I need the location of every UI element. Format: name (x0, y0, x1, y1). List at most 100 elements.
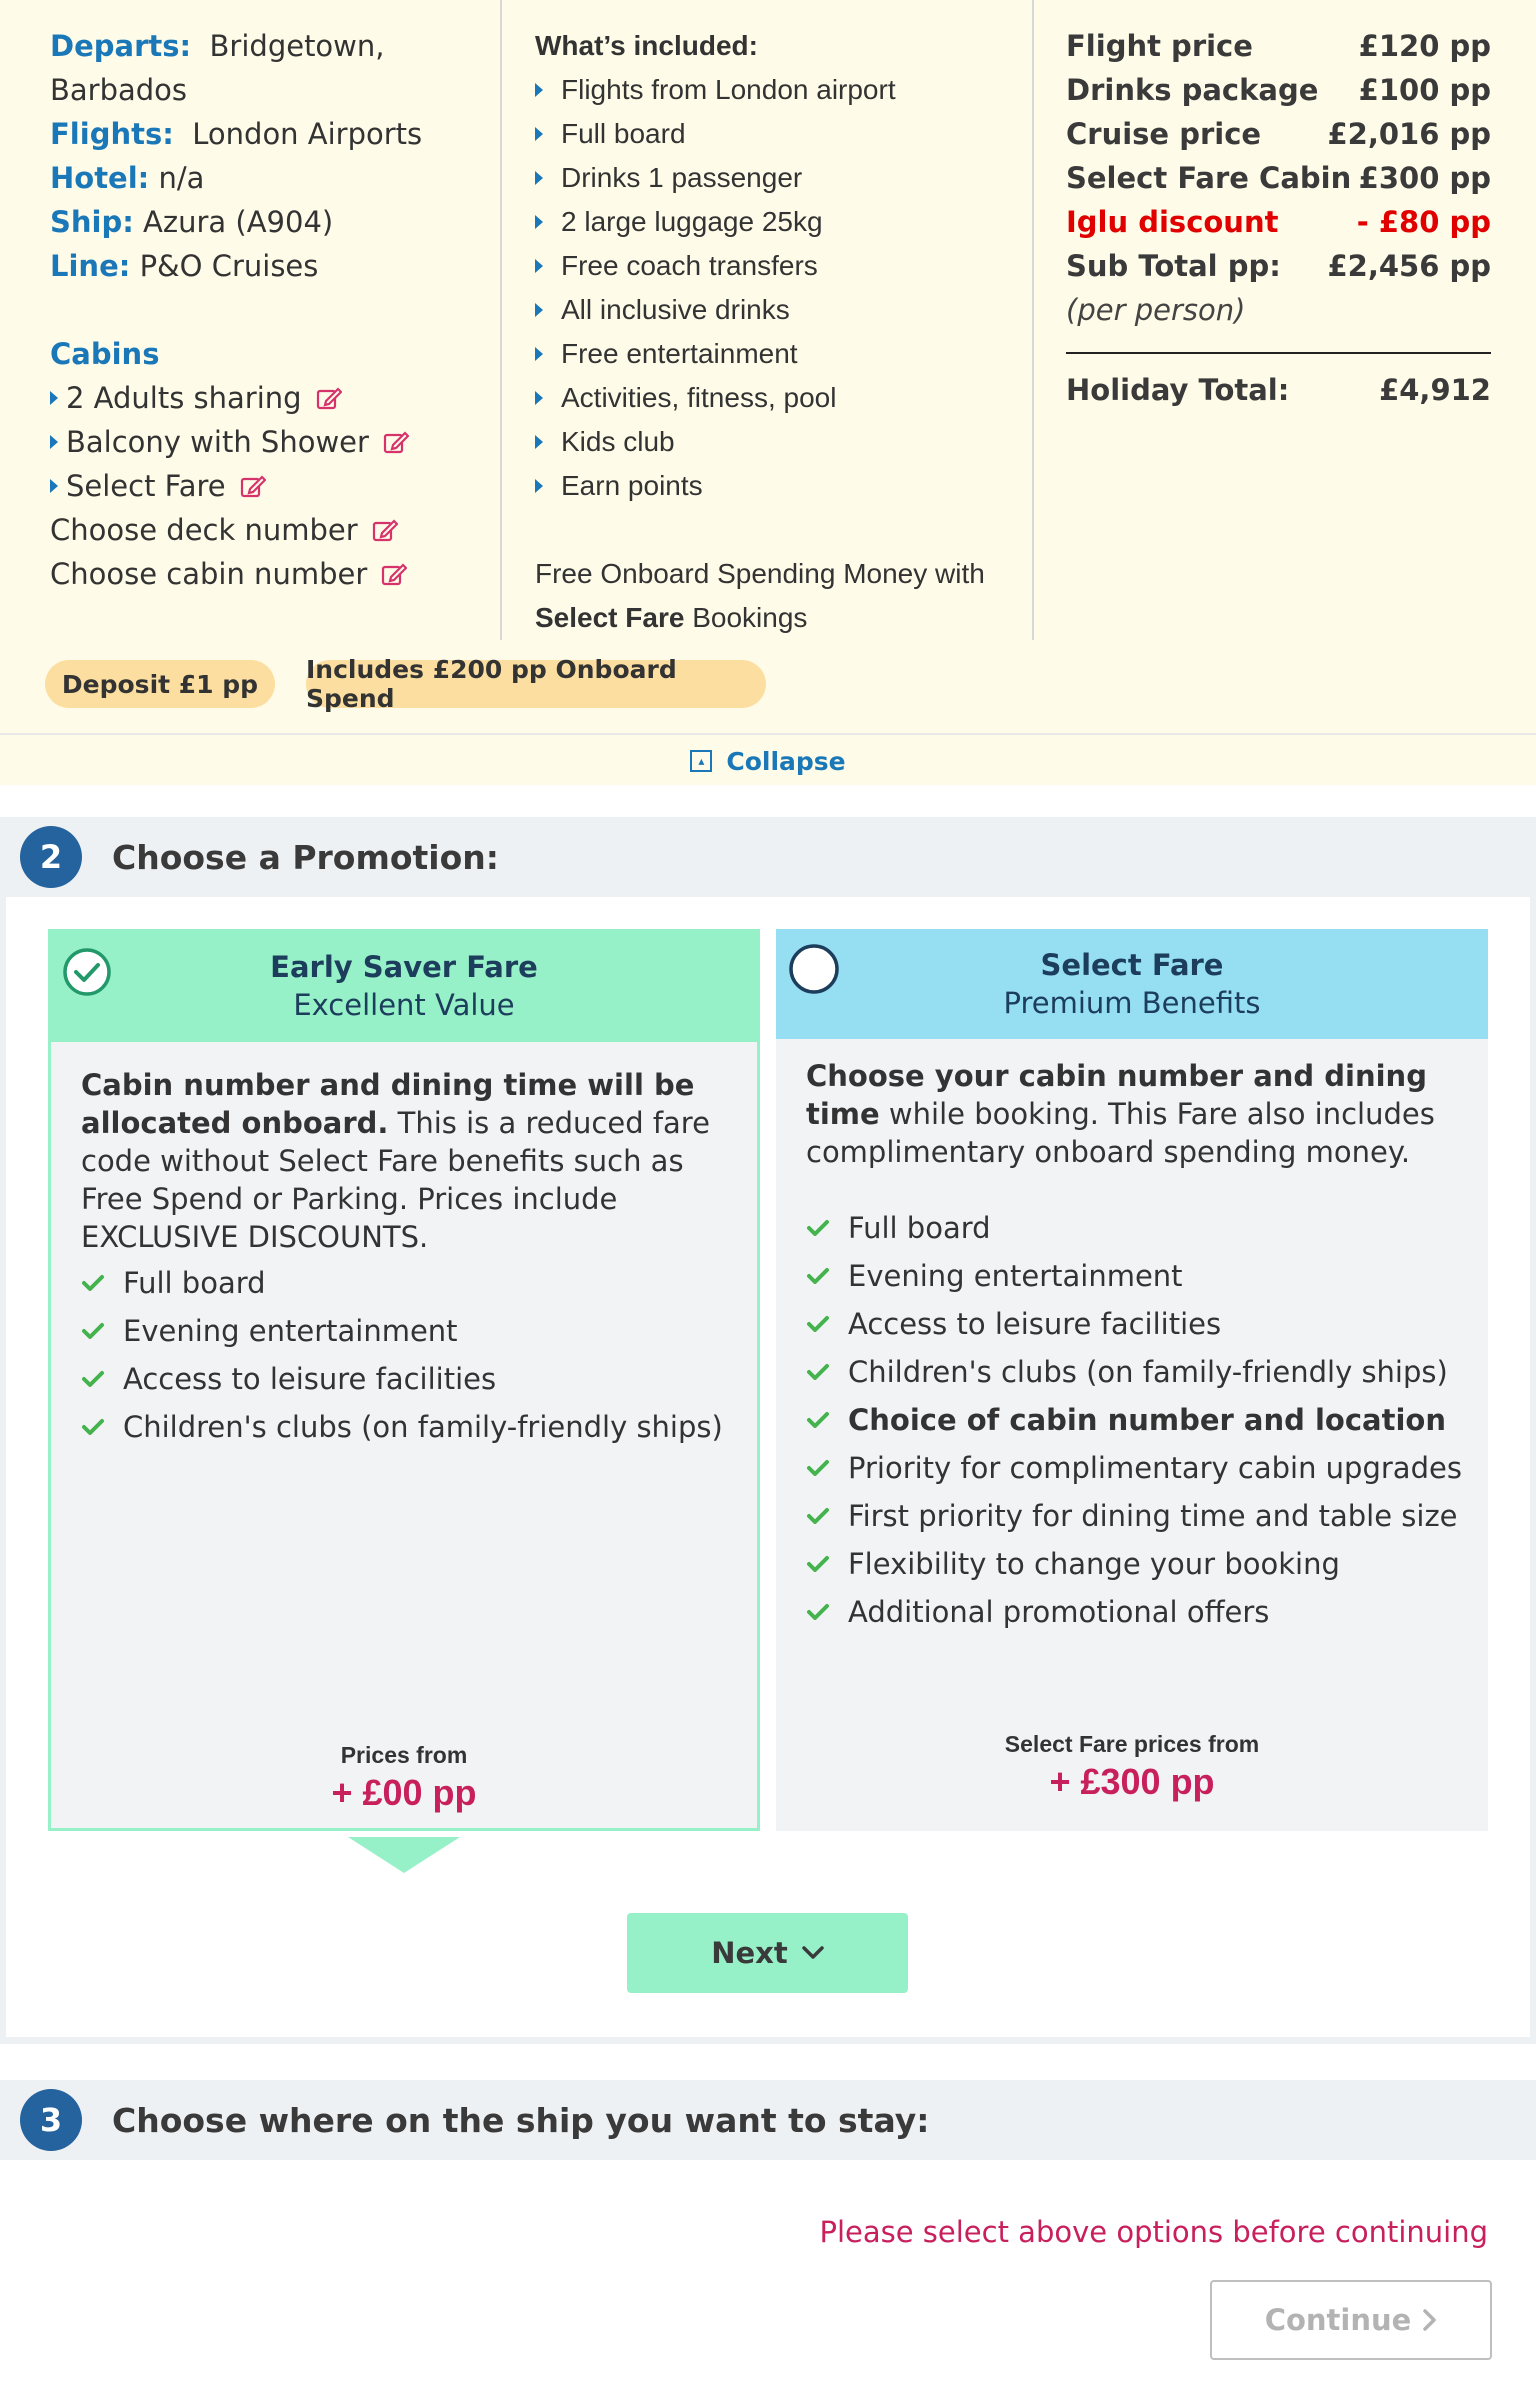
detail-departs: Departs: Bridgetown, Barbados (50, 29, 385, 107)
caret-right-icon (535, 127, 543, 141)
edit-icon[interactable] (372, 517, 398, 543)
continue-button[interactable]: Continue (1210, 2280, 1492, 2360)
step3-title: Choose where on the ship you want to sta… (112, 2100, 930, 2140)
select-fare-description: Choose your cabin number and dining time… (806, 1059, 1435, 1169)
onboard-spend-note: Free Onboard Spending Money with Select … (535, 558, 985, 633)
column-divider (500, 0, 502, 640)
caret-right-icon (535, 215, 543, 229)
feature-item: Priority for complimentary cabin upgrade… (806, 1444, 1468, 1492)
check-icon (807, 1412, 829, 1428)
detail-flights: Flights: London Airports (50, 117, 423, 151)
price-row-discount: Iglu discount - £80 pp (1066, 205, 1491, 239)
chevron-down-icon (802, 1946, 824, 1959)
trip-details: Departs: Bridgetown, Barbados Flights: L… (50, 24, 490, 596)
feature-item: Full board (806, 1204, 1468, 1252)
early-saver-subtitle: Excellent Value (293, 987, 515, 1022)
edit-icon[interactable] (383, 429, 409, 455)
early-saver-header[interactable]: Early Saver Fare Excellent Value (48, 929, 760, 1042)
early-saver-features: Full board Evening entertainment Access … (81, 1259, 737, 1451)
feature-item: Access to leisure facilities (806, 1300, 1468, 1348)
caret-right-icon (535, 435, 543, 449)
included-item: Free coach transfers (535, 244, 1015, 288)
caret-right-icon (535, 479, 543, 493)
check-icon (82, 1371, 104, 1387)
check-icon (807, 1268, 829, 1284)
price-row-cruise: Cruise price £2,016 pp (1066, 117, 1491, 151)
step-number-badge: 3 (20, 2089, 82, 2151)
check-icon (807, 1364, 829, 1380)
select-fare-features: Full board Evening entertainment Access … (806, 1204, 1468, 1636)
included-item: Activities, fitness, pool (535, 376, 1015, 420)
included-item: Free entertainment (535, 332, 1015, 376)
feature-item: First priority for dining time and table… (806, 1492, 1468, 1540)
next-button[interactable]: Next (627, 1913, 908, 1993)
caret-right-icon (535, 83, 543, 97)
cabin-item-fare[interactable]: Select Fare (50, 464, 490, 508)
collapse-icon: ▴ (690, 750, 713, 772)
select-fare-price-label: Select Fare prices from (1004, 1731, 1260, 1757)
early-saver-card[interactable]: Early Saver Fare Excellent Value Cabin n… (48, 929, 760, 1831)
included-item: 2 large luggage 25kg (535, 200, 1015, 244)
whats-included: What’s included: Flights from London air… (535, 24, 1015, 640)
price-row-flight: Flight price £120 pp (1066, 29, 1491, 63)
select-fare-header[interactable]: Select Fare Premium Benefits (776, 929, 1488, 1039)
selection-warning: Please select above options before conti… (819, 2215, 1488, 2249)
price-row-subtotal: Sub Total pp: £2,456 pp (1066, 249, 1491, 283)
select-fare-subtitle: Premium Benefits (1003, 986, 1261, 1020)
included-item: Kids club (535, 420, 1015, 464)
check-icon (807, 1604, 829, 1620)
feature-item: Additional promotional offers (806, 1588, 1468, 1636)
included-item: All inclusive drinks (535, 288, 1015, 332)
cabin-item-cabin-number[interactable]: Choose cabin number (50, 552, 490, 596)
select-fare-price: + £300 pp (1049, 1761, 1215, 1802)
detail-line: Line: P&O Cruises (50, 249, 319, 283)
check-icon (807, 1508, 829, 1524)
early-saver-price: + £00 pp (331, 1772, 477, 1813)
caret-right-icon (535, 171, 543, 185)
caret-right-icon (535, 303, 543, 317)
feature-item: Children's clubs (on family-friendly shi… (806, 1348, 1468, 1396)
deposit-badge: Deposit £1 pp (45, 660, 275, 708)
caret-right-icon (50, 435, 58, 449)
included-item: Earn points (535, 464, 1015, 508)
step2-title: Choose a Promotion: (112, 837, 499, 877)
check-icon (807, 1460, 829, 1476)
cabins-title: Cabins (50, 337, 160, 371)
step2-header: 2 Choose a Promotion: (0, 817, 1536, 897)
select-fare-card[interactable]: Select Fare Premium Benefits Choose your… (776, 929, 1488, 1831)
price-breakdown: Flight price £120 pp Drinks package £100 p… (1066, 24, 1491, 412)
caret-right-icon (535, 391, 543, 405)
feature-item: Flexibility to change your booking (806, 1540, 1468, 1588)
promotion-section: Early Saver Fare Excellent Value Cabin n… (0, 897, 1536, 2044)
select-fare-title: Select Fare (1040, 948, 1224, 982)
selected-pointer-icon (348, 1837, 460, 1873)
chevron-right-icon (1423, 2309, 1437, 2331)
check-icon (82, 1323, 104, 1339)
early-saver-body: Cabin number and dining time will be all… (48, 1042, 760, 1831)
edit-icon[interactable] (381, 561, 408, 587)
detail-hotel: Hotel: n/a (50, 161, 205, 195)
feature-item: Access to leisure facilities (81, 1355, 737, 1403)
step-number-badge: 2 (20, 826, 82, 888)
radio-unselected-icon[interactable] (788, 943, 840, 995)
edit-icon[interactable] (240, 473, 266, 499)
check-icon (82, 1419, 104, 1435)
cabin-item-balcony[interactable]: Balcony with Shower (50, 420, 490, 464)
edit-icon[interactable] (316, 385, 342, 411)
caret-right-icon (50, 391, 58, 405)
selected-check-icon[interactable] (62, 947, 112, 997)
early-saver-title: Early Saver Fare (270, 949, 538, 984)
check-icon (82, 1275, 104, 1291)
caret-right-icon (50, 479, 58, 493)
detail-ship: Ship: Azura (A904) (50, 205, 334, 239)
caret-right-icon (535, 259, 543, 273)
holiday-total: Holiday Total: £4,912 (1066, 373, 1491, 407)
included-item: Drinks 1 passenger (535, 156, 1015, 200)
price-row-select-fare: Select Fare Cabin £300 pp (1066, 161, 1491, 195)
caret-right-icon (535, 347, 543, 361)
cabin-item-deck[interactable]: Choose deck number (50, 508, 490, 552)
collapse-toggle[interactable]: ▴ Collapse (0, 733, 1536, 787)
early-saver-price-label: Prices from (340, 1742, 468, 1768)
included-item: Full board (535, 112, 1015, 156)
cabin-item-adults[interactable]: 2 Adults sharing (50, 376, 490, 420)
